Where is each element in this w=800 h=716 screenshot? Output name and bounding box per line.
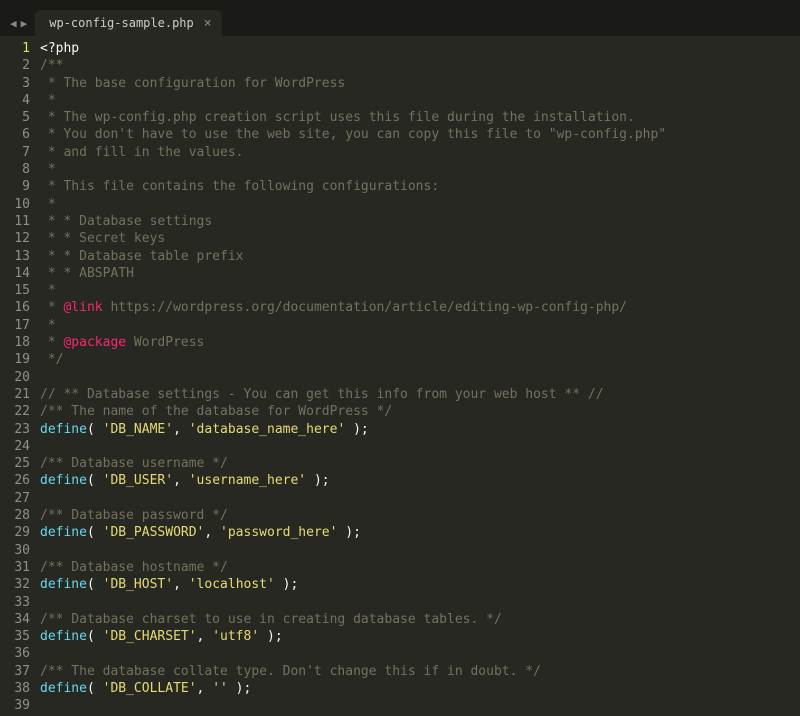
- line-number: 34: [6, 611, 30, 628]
- code-line[interactable]: * You don't have to use the web site, yo…: [40, 126, 800, 143]
- code-line[interactable]: * This file contains the following confi…: [40, 178, 800, 195]
- code-line[interactable]: /** Database password */: [40, 507, 800, 524]
- code-line[interactable]: [40, 697, 800, 714]
- line-number: 21: [6, 386, 30, 403]
- line-number: 5: [6, 109, 30, 126]
- line-number: 27: [6, 490, 30, 507]
- line-number: 22: [6, 403, 30, 420]
- code-line[interactable]: define( 'DB_PASSWORD', 'password_here' )…: [40, 524, 800, 541]
- code-line[interactable]: *: [40, 161, 800, 178]
- code-line[interactable]: define( 'DB_NAME', 'database_name_here' …: [40, 421, 800, 438]
- code-line[interactable]: <?php: [40, 40, 800, 57]
- code-line[interactable]: [40, 542, 800, 559]
- nav-forward-icon[interactable]: ▶: [21, 17, 28, 30]
- tab-bar: ◀ ▶ wp-config-sample.php ×: [0, 7, 800, 36]
- line-number: 18: [6, 334, 30, 351]
- line-number: 37: [6, 663, 30, 680]
- line-number: 39: [6, 697, 30, 714]
- line-number: 25: [6, 455, 30, 472]
- line-number: 13: [6, 248, 30, 265]
- code-line[interactable]: /** The database collate type. Don't cha…: [40, 663, 800, 680]
- code-line[interactable]: *: [40, 196, 800, 213]
- code-line[interactable]: * The wp-config.php creation script uses…: [40, 109, 800, 126]
- code-line[interactable]: /** The name of the database for WordPre…: [40, 403, 800, 420]
- code-line[interactable]: * * ABSPATH: [40, 265, 800, 282]
- code-line[interactable]: [40, 490, 800, 507]
- code-line[interactable]: * * Secret keys: [40, 230, 800, 247]
- close-icon[interactable]: ×: [204, 17, 212, 30]
- code-line[interactable]: [40, 438, 800, 455]
- code-line[interactable]: // ** Database settings - You can get th…: [40, 386, 800, 403]
- file-tab[interactable]: wp-config-sample.php ×: [35, 10, 221, 36]
- line-number: 30: [6, 542, 30, 559]
- line-number: 16: [6, 299, 30, 316]
- line-number: 8: [6, 161, 30, 178]
- line-number: 10: [6, 196, 30, 213]
- line-number: 36: [6, 645, 30, 662]
- line-number: 7: [6, 144, 30, 161]
- line-number: 1: [6, 40, 30, 57]
- code-line[interactable]: define( 'DB_COLLATE', '' );: [40, 680, 800, 697]
- line-number: 29: [6, 524, 30, 541]
- line-number: 24: [6, 438, 30, 455]
- code-line[interactable]: define( 'DB_HOST', 'localhost' );: [40, 576, 800, 593]
- code-line[interactable]: define( 'DB_USER', 'username_here' );: [40, 472, 800, 489]
- code-line[interactable]: * * Database table prefix: [40, 248, 800, 265]
- code-line[interactable]: /**: [40, 57, 800, 74]
- line-number: 28: [6, 507, 30, 524]
- line-number: 6: [6, 126, 30, 143]
- code-line[interactable]: * and fill in the values.: [40, 144, 800, 161]
- code-line[interactable]: [40, 369, 800, 386]
- code-line[interactable]: * * Database settings: [40, 213, 800, 230]
- code-line[interactable]: /** Database hostname */: [40, 559, 800, 576]
- line-number: 2: [6, 57, 30, 74]
- line-number: 31: [6, 559, 30, 576]
- line-number: 15: [6, 282, 30, 299]
- nav-back-icon[interactable]: ◀: [10, 17, 17, 30]
- line-number: 14: [6, 265, 30, 282]
- line-number: 3: [6, 75, 30, 92]
- line-number: 35: [6, 628, 30, 645]
- code-line[interactable]: [40, 645, 800, 662]
- code-line[interactable]: * @link https://wordpress.org/documentat…: [40, 299, 800, 316]
- code-line[interactable]: * The base configuration for WordPress: [40, 75, 800, 92]
- code-area[interactable]: <?php/** * The base configuration for Wo…: [40, 36, 800, 716]
- nav-arrows: ◀ ▶: [8, 17, 35, 36]
- code-line[interactable]: define( 'DB_CHARSET', 'utf8' );: [40, 628, 800, 645]
- line-number: 32: [6, 576, 30, 593]
- code-line[interactable]: *: [40, 282, 800, 299]
- file-tab-label: wp-config-sample.php: [49, 16, 194, 30]
- line-number: 38: [6, 680, 30, 697]
- line-number: 19: [6, 351, 30, 368]
- line-number: 26: [6, 472, 30, 489]
- code-line[interactable]: *: [40, 92, 800, 109]
- code-line[interactable]: [40, 594, 800, 611]
- line-number: 12: [6, 230, 30, 247]
- line-number: 20: [6, 369, 30, 386]
- line-number: 33: [6, 594, 30, 611]
- code-line[interactable]: /** Database charset to use in creating …: [40, 611, 800, 628]
- line-number: 23: [6, 421, 30, 438]
- line-number: 9: [6, 178, 30, 195]
- code-line[interactable]: *: [40, 317, 800, 334]
- window-titlebar: [0, 0, 800, 7]
- line-number: 11: [6, 213, 30, 230]
- code-line[interactable]: */: [40, 351, 800, 368]
- line-number: 4: [6, 92, 30, 109]
- code-line[interactable]: /** Database username */: [40, 455, 800, 472]
- code-line[interactable]: * @package WordPress: [40, 334, 800, 351]
- line-number-gutter: 1234567891011121314151617181920212223242…: [0, 36, 40, 716]
- line-number: 17: [6, 317, 30, 334]
- editor[interactable]: 1234567891011121314151617181920212223242…: [0, 36, 800, 716]
